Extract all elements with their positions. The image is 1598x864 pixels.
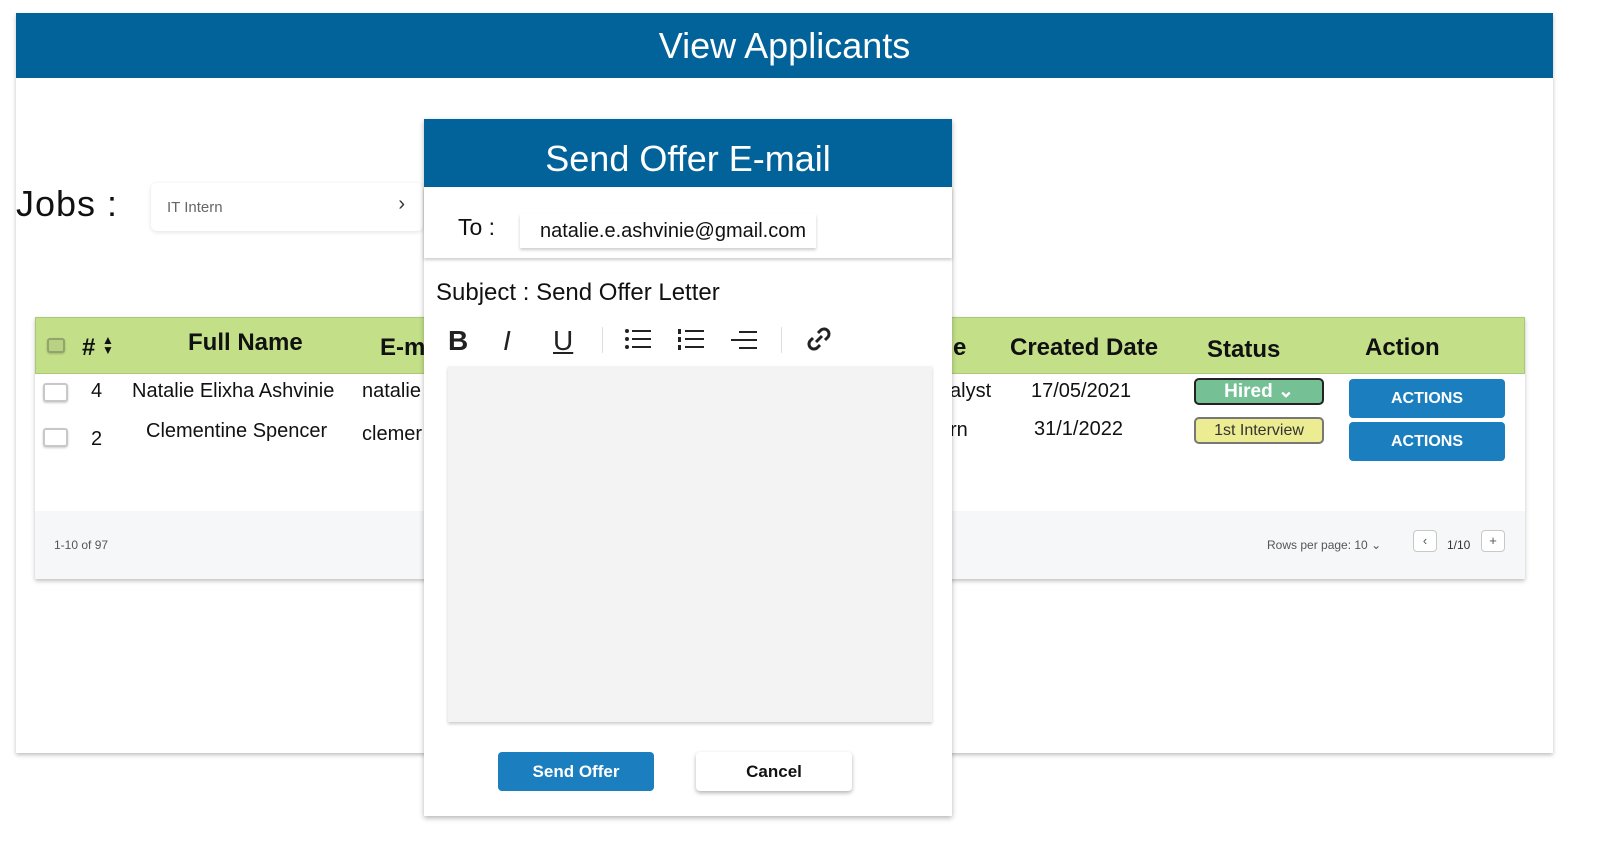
- rows-per-page-select[interactable]: Rows per page: 10 ⌄: [1267, 538, 1381, 552]
- row-job: alyst: [950, 380, 992, 402]
- row-email: clemer: [362, 423, 423, 445]
- row-created-date: 31/1/2022: [1034, 418, 1123, 440]
- row-number: 4: [91, 380, 103, 402]
- send-offer-button[interactable]: Send Offer: [498, 752, 654, 791]
- row-email: natalie: [362, 380, 421, 402]
- row-full-name: Natalie Elixha Ashvinie: [132, 380, 335, 402]
- actions-button[interactable]: ACTIONS: [1349, 379, 1505, 418]
- row-number: 2: [91, 428, 103, 450]
- status-badge[interactable]: 1st Interview: [1194, 417, 1324, 444]
- prev-page-button[interactable]: ‹: [1413, 530, 1437, 552]
- column-action: Action: [1365, 334, 1440, 361]
- row-checkbox[interactable]: [43, 383, 68, 402]
- row-job: rn: [950, 419, 968, 441]
- next-page-button[interactable]: +: [1481, 530, 1505, 552]
- pagination-range: 1-10 of 97: [54, 538, 109, 552]
- job-select[interactable]: IT Intern ›: [151, 183, 423, 231]
- cancel-button[interactable]: Cancel: [696, 752, 852, 791]
- column-full-name: Full Name: [188, 329, 303, 356]
- toolbar-divider: [602, 327, 603, 353]
- bold-icon[interactable]: B: [448, 324, 468, 358]
- modal-title: Send Offer E-mail: [424, 119, 952, 187]
- column-job: e: [953, 334, 967, 361]
- row-full-name: Clementine Spencer: [146, 420, 328, 442]
- chevron-down-icon: ⌄: [1277, 381, 1294, 402]
- subject-field[interactable]: Send Offer Letter: [536, 279, 720, 306]
- jobs-label: Jobs :: [16, 183, 119, 224]
- editor-toolbar: B I U: [448, 324, 848, 360]
- actions-button[interactable]: ACTIONS: [1349, 422, 1505, 461]
- toolbar-divider: [781, 327, 782, 353]
- row-created-date: 17/05/2021: [1031, 380, 1132, 402]
- message-editor[interactable]: [448, 366, 932, 722]
- column-number: #: [82, 334, 96, 361]
- align-right-icon[interactable]: [729, 324, 759, 358]
- status-value: Hired: [1224, 381, 1273, 402]
- send-offer-modal: Send Offer E-mail To : natalie.e.ashvini…: [424, 119, 952, 816]
- sort-icon[interactable]: ▲ ▼: [102, 334, 114, 356]
- row-checkbox[interactable]: [43, 428, 68, 447]
- page-title: View Applicants: [16, 13, 1553, 78]
- italic-icon[interactable]: I: [503, 324, 511, 358]
- link-icon[interactable]: [804, 324, 834, 358]
- subject-line: Subject : Send Offer Letter: [436, 279, 720, 307]
- bulleted-list-icon[interactable]: [623, 324, 653, 358]
- select-all-checkbox[interactable]: [47, 338, 65, 353]
- subject-label: Subject :: [436, 279, 530, 306]
- column-email: E-m: [380, 334, 426, 361]
- to-label: To :: [458, 214, 496, 240]
- page-indicator: 1/10: [1447, 538, 1471, 552]
- column-created-date: Created Date: [1010, 334, 1159, 361]
- job-select-value: IT Intern: [167, 199, 223, 216]
- rows-per-page-label: Rows per page: 10: [1267, 538, 1368, 552]
- column-status: Status: [1207, 336, 1281, 363]
- status-dropdown[interactable]: Hired ⌄: [1194, 378, 1324, 405]
- to-field[interactable]: natalie.e.ashvinie@gmail.com: [520, 214, 816, 248]
- underline-icon[interactable]: U: [553, 324, 573, 358]
- to-row: To : natalie.e.ashvinie@gmail.com: [424, 187, 952, 258]
- chevron-right-icon: ›: [398, 193, 405, 215]
- numbered-list-icon[interactable]: [676, 324, 706, 358]
